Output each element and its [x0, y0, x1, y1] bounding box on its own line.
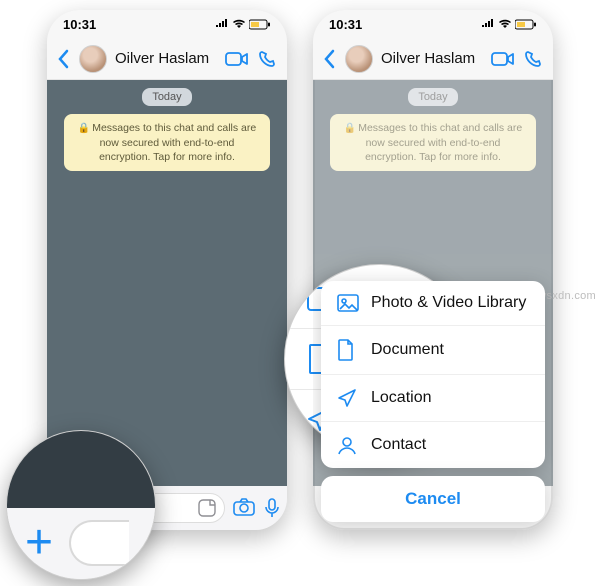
sheet-item-document[interactable]: Document	[321, 326, 545, 375]
watermark: wsxdn.com	[538, 290, 596, 302]
chat-body: Today 🔒Messages to this chat and calls a…	[47, 80, 287, 486]
status-time: 10:31	[63, 17, 96, 32]
contact-icon	[337, 435, 359, 455]
sheet-item-label: Location	[371, 389, 432, 407]
status-bar: 10:31	[47, 10, 287, 38]
signal-icon	[481, 19, 495, 29]
avatar[interactable]	[79, 45, 107, 73]
sheet-cancel-button[interactable]: Cancel	[321, 476, 545, 522]
contact-name[interactable]: Oilver Haslam	[381, 50, 483, 67]
location-icon	[337, 388, 359, 408]
avatar[interactable]	[345, 45, 373, 73]
nav-bar: Oilver Haslam	[47, 38, 287, 80]
contact-name[interactable]: Oilver Haslam	[115, 50, 217, 67]
back-button[interactable]	[57, 49, 71, 69]
encryption-notice[interactable]: 🔒Messages to this chat and calls are now…	[330, 114, 536, 171]
sheet-item-label: Photo & Video Library	[371, 294, 526, 312]
battery-icon	[515, 19, 537, 30]
lock-icon: 🔒	[344, 123, 356, 134]
encryption-notice-text: Messages to this chat and calls are now …	[92, 122, 256, 163]
lens-input-bar: +	[7, 508, 155, 579]
sheet-item-photo[interactable]: Photo & Video Library	[321, 281, 545, 326]
lock-icon: 🔒	[78, 123, 90, 134]
sheet-item-label: Contact	[371, 436, 426, 454]
video-call-button[interactable]	[225, 51, 249, 67]
photo-icon	[337, 294, 359, 312]
status-bar: 10:31	[313, 10, 553, 38]
action-sheet-list: Photo & Video Library Document Location …	[321, 281, 545, 468]
signal-icon	[215, 19, 229, 29]
document-icon	[337, 339, 359, 361]
voice-call-button[interactable]	[257, 49, 277, 69]
status-time: 10:31	[329, 17, 362, 32]
sheet-item-location[interactable]: Location	[321, 375, 545, 422]
microphone-button[interactable]	[265, 498, 279, 518]
battery-icon	[249, 19, 271, 30]
date-pill: Today	[142, 88, 191, 106]
back-button[interactable]	[323, 49, 337, 69]
sticker-icon[interactable]	[198, 499, 216, 517]
encryption-notice-text: Messages to this chat and calls are now …	[358, 122, 522, 163]
message-input-zoom[interactable]	[69, 520, 129, 566]
wifi-icon	[498, 19, 512, 29]
sheet-item-label: Document	[371, 341, 444, 359]
video-call-button[interactable]	[491, 51, 515, 67]
status-indicators	[481, 19, 537, 30]
date-pill: Today	[408, 88, 457, 106]
status-indicators	[215, 19, 271, 30]
camera-button[interactable]	[233, 498, 255, 518]
wifi-icon	[232, 19, 246, 29]
nav-bar: Oilver Haslam	[313, 38, 553, 80]
zoom-lens-attach: +	[6, 430, 156, 580]
sheet-item-contact[interactable]: Contact	[321, 422, 545, 468]
attach-button-zoom[interactable]: +	[25, 519, 53, 567]
encryption-notice[interactable]: 🔒Messages to this chat and calls are now…	[64, 114, 270, 171]
voice-call-button[interactable]	[523, 49, 543, 69]
action-sheet: Photo & Video Library Document Location …	[321, 281, 545, 522]
